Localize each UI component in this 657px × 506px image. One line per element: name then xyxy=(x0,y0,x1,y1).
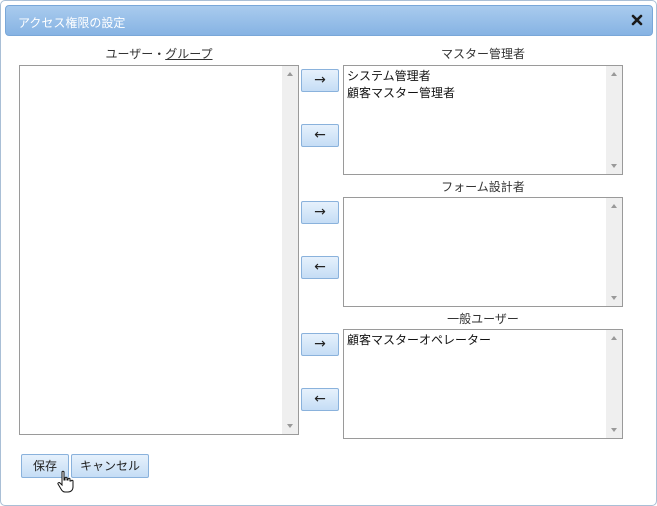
users-label: ユーザー・ xyxy=(105,47,166,61)
list-item[interactable]: 顧客マスター管理者 xyxy=(347,85,604,102)
dialog-title: アクセス権限の設定 xyxy=(18,16,126,30)
scroll-down-icon[interactable] xyxy=(287,424,293,428)
scroll-down-icon[interactable] xyxy=(611,296,617,300)
role-listbox-form-designer[interactable] xyxy=(343,197,623,307)
users-groups-listbox[interactable] xyxy=(19,65,299,435)
role-label-general-user: 一般ユーザー xyxy=(447,312,519,326)
scroll-down-icon[interactable] xyxy=(611,164,617,168)
remove-from-master-admin-button[interactable]: ← xyxy=(301,124,339,147)
add-to-general-user-button[interactable]: → xyxy=(301,333,339,356)
role-scrollbar[interactable] xyxy=(606,198,622,306)
hand-cursor-icon xyxy=(56,470,74,497)
role-listbox-general-user[interactable]: 顧客マスターオペレーター xyxy=(343,329,623,439)
access-settings-dialog: アクセス権限の設定 ユーザー・グループ マスター管理者 システム管理者 顧客マス… xyxy=(0,0,657,506)
list-item[interactable]: 顧客マスターオペレーター xyxy=(347,332,604,349)
role-listbox-master-admin[interactable]: システム管理者 顧客マスター管理者 xyxy=(343,65,623,175)
close-icon[interactable] xyxy=(630,13,644,27)
scroll-up-icon[interactable] xyxy=(611,336,617,340)
remove-from-form-designer-button[interactable]: ← xyxy=(301,256,339,279)
role-scrollbar[interactable] xyxy=(606,330,622,438)
scroll-up-icon[interactable] xyxy=(611,204,617,208)
role-label-form-designer: フォーム設計者 xyxy=(441,180,525,194)
list-item[interactable]: システム管理者 xyxy=(347,68,604,85)
users-groups-label: ユーザー・グループ xyxy=(19,45,299,62)
users-groups-scrollbar[interactable] xyxy=(282,66,298,434)
scroll-up-icon[interactable] xyxy=(287,72,293,76)
role-scrollbar[interactable] xyxy=(606,66,622,174)
groups-link[interactable]: グループ xyxy=(165,47,212,61)
cancel-button[interactable]: キャンセル xyxy=(71,454,149,478)
scroll-down-icon[interactable] xyxy=(611,428,617,432)
remove-from-general-user-button[interactable]: ← xyxy=(301,388,339,411)
scroll-up-icon[interactable] xyxy=(611,72,617,76)
add-to-master-admin-button[interactable]: → xyxy=(301,69,339,92)
add-to-form-designer-button[interactable]: → xyxy=(301,201,339,224)
dialog-titlebar[interactable]: アクセス権限の設定 xyxy=(5,5,653,36)
role-label-master-admin: マスター管理者 xyxy=(440,47,525,61)
